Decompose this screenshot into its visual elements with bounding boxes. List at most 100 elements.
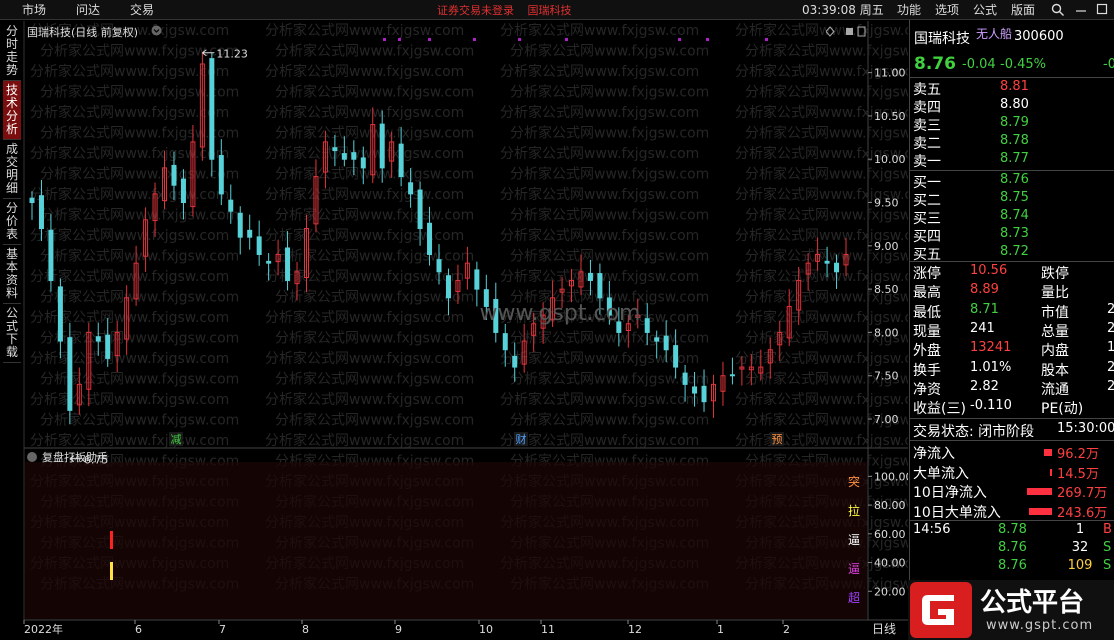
indicator-signal: 突: [848, 474, 860, 489]
buy-level-price[interactable]: 8.72: [1000, 244, 1029, 259]
stat-label: 最低: [913, 304, 941, 321]
sell-level-price[interactable]: 8.81: [1000, 79, 1029, 94]
watermark-text: 分析家公式网www.fxjgsw.com: [510, 207, 709, 224]
tick-side: S: [1103, 540, 1112, 555]
stats-divider: [910, 261, 1114, 262]
watermark-text: 分析家公式网www.fxjgsw.com: [735, 309, 908, 326]
watermark-text: 分析家公式网www.fxjgsw.com: [265, 22, 464, 39]
flow-bar: [1050, 468, 1052, 476]
watermark-text: 分析家公式网www.fxjgsw.com: [40, 248, 239, 265]
watermark-text: 分析家公式网www.fxjgsw.com: [510, 84, 709, 101]
candle-body: [379, 123, 385, 169]
sell-level-label: 卖一: [913, 154, 941, 170]
candle-body: [351, 152, 357, 160]
watermark-text: 分析家公式网www.fxjgsw.com: [30, 104, 229, 121]
y-tick-label: 9.50: [874, 197, 899, 210]
last-price: 8.76: [914, 54, 956, 74]
candle-body: [237, 212, 243, 238]
stat-value: 241: [970, 320, 995, 336]
watermark-text: 分析家公式网www.fxjgsw.com: [500, 104, 699, 121]
sell-level-price[interactable]: 8.80: [1000, 97, 1029, 112]
watermark-text: 分析家公式网www.fxjgsw.com: [30, 391, 229, 408]
concept-tag[interactable]: 无人船: [976, 25, 1012, 42]
watermark-text: 分析家公式网www.fxjgsw.com: [500, 432, 699, 449]
candle-body: [360, 157, 366, 169]
menu-options[interactable]: 选项: [935, 1, 959, 18]
candle-body: [436, 259, 442, 273]
sell-level-label: 卖五: [913, 82, 941, 98]
buy-level-price[interactable]: 8.73: [1000, 226, 1029, 241]
flow-value: 243.6万: [1057, 505, 1108, 521]
sell-level-price[interactable]: 8.79: [1000, 115, 1029, 130]
tick-volume: 109: [1067, 558, 1093, 573]
stat-label-right: 内盘: [1041, 343, 1069, 360]
menu-formula[interactable]: 公式: [973, 1, 997, 18]
buy-level-price[interactable]: 8.75: [1000, 190, 1029, 205]
candle-body: [67, 337, 73, 411]
candle-body: [408, 182, 414, 195]
stat-label: 现量: [913, 323, 941, 340]
sell-level-price[interactable]: 8.77: [1000, 151, 1029, 166]
candle-body: [445, 275, 451, 299]
tick-time: 14:56: [913, 522, 951, 537]
watermark-text: 分析家公式网www.fxjgsw.com: [275, 330, 474, 347]
watermark-text: 分析家公式网www.fxjgsw.com: [745, 43, 908, 60]
stat-label: 涨停: [913, 266, 941, 282]
flow-divider: [910, 440, 1114, 441]
signal-marker: [678, 38, 681, 41]
minimize-icon[interactable]: [1075, 3, 1087, 15]
chevron-down-icon[interactable]: [151, 25, 162, 36]
flow-bar: [1044, 449, 1052, 456]
flow-value: 96.2万: [1057, 447, 1099, 462]
panel-icon[interactable]: [857, 26, 866, 37]
watermark-text: 分析家公式网www.fxjgsw.com: [500, 186, 699, 203]
candle-body: [644, 318, 650, 333]
search-icon[interactable]: [1051, 3, 1065, 17]
quote-divider: [910, 77, 1114, 78]
stat-value: -0.110: [970, 398, 1012, 414]
stat-label: 换手: [913, 362, 941, 379]
kline-chart-area[interactable]: 分析家公式网www.fxjgsw.com 分析家公式网www.fxjgsw.com…: [0, 0, 908, 640]
candle-body: [824, 260, 830, 264]
indicator-signal: 逼: [848, 533, 860, 547]
y-tick-label: 10.00: [874, 153, 906, 166]
quote-panel: 国瑞科技 无人船 300600 8.76 -0.04 -0.45% -0 卖五 8.81 卖四 8.…: [909, 20, 1114, 640]
stock-name: 国瑞科技: [914, 31, 970, 47]
watermark-text: 分析家公式网www.fxjgsw.com: [275, 84, 474, 101]
candle-body: [341, 153, 347, 160]
watermark-text: 分析家公式网www.fxjgsw.com: [265, 350, 464, 367]
flow-bar: [1029, 507, 1052, 515]
buy-level-price[interactable]: 8.76: [1000, 172, 1029, 187]
indicator-background: [25, 462, 867, 619]
stat-label: 外盘: [913, 343, 941, 360]
restore-icon[interactable]: [846, 28, 853, 35]
flow-value: 269.7万: [1057, 486, 1108, 501]
indicator-chevron-icon[interactable]: [27, 452, 37, 462]
watermark-text: 分析家公式网www.fxjgsw.com: [30, 145, 229, 162]
x-tick-label: 6: [135, 623, 142, 636]
x-tick-label: 11: [541, 623, 555, 636]
watermark-text: 分析家公式网www.fxjgsw.com: [510, 43, 709, 60]
trade-status: 交易状态: 闭市阶段: [913, 424, 1035, 440]
x-tick-label: 1: [717, 623, 724, 636]
stat-label-right: 量比: [1041, 285, 1069, 302]
watermark-text: 分析家公式网www.fxjgsw.com: [510, 166, 709, 183]
candle-body: [247, 229, 253, 238]
buy-level-price[interactable]: 8.74: [1000, 208, 1029, 223]
sell-level-price[interactable]: 8.78: [1000, 133, 1029, 148]
stat-label-right: 总量: [1041, 323, 1069, 340]
candle-body: [29, 197, 35, 204]
stat-label-right: 跌停: [1041, 266, 1069, 282]
menu-layout[interactable]: 版面: [1011, 1, 1035, 18]
x-tick-label: 10: [479, 623, 493, 636]
candle-body: [597, 273, 603, 299]
indicator-bar-yellow: [110, 562, 113, 580]
signal-marker: [706, 38, 709, 41]
diamond-icon[interactable]: [826, 26, 835, 37]
chart-window-controls[interactable]: [826, 26, 866, 37]
maximize-icon[interactable]: [1096, 3, 1108, 15]
candle-body: [256, 236, 262, 255]
watermark-text: 分析家公式网www.fxjgsw.com: [510, 371, 709, 388]
y-tick-label: 10.50: [874, 110, 906, 123]
tick-price: 8.76: [998, 540, 1027, 555]
